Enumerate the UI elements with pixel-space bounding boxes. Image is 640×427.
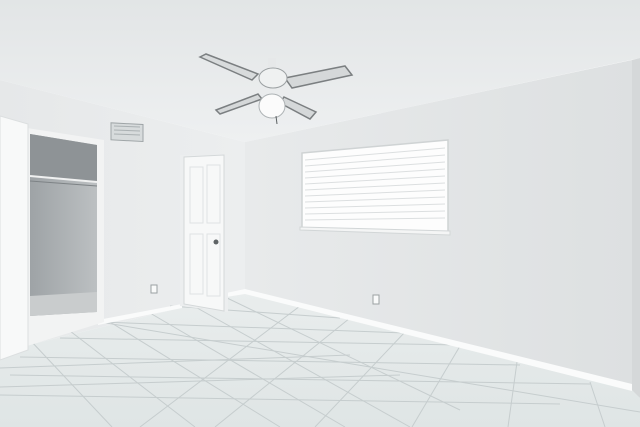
closet-door-open[interactable]: [0, 115, 29, 361]
fan-light: [258, 93, 286, 119]
right-corner-wall: [632, 58, 640, 398]
wall-outlet-right: [372, 294, 380, 305]
room-photo: [0, 0, 640, 427]
wall-outlet-left: [150, 284, 158, 294]
window: [299, 139, 451, 236]
door-knob: [213, 239, 219, 245]
room-door[interactable]: [180, 154, 228, 312]
closet: [27, 128, 104, 346]
fan-motor: [258, 67, 288, 89]
